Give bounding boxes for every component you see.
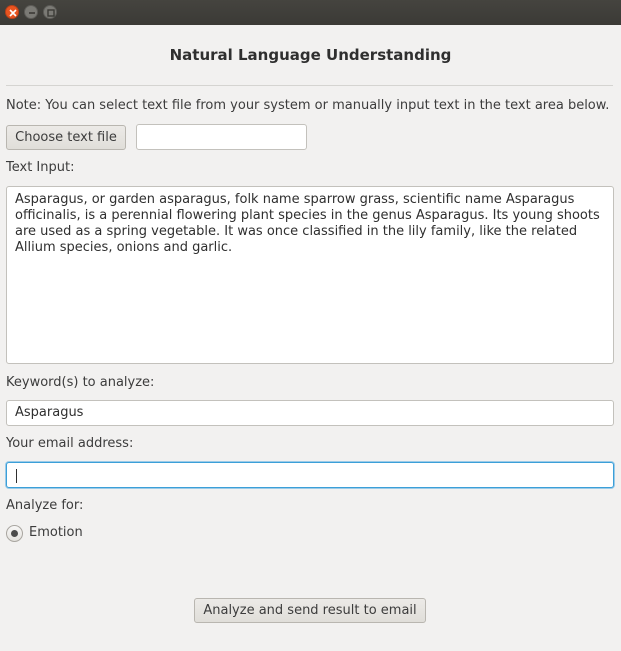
window-maximize-button[interactable]	[43, 5, 57, 19]
text-input-area[interactable]: Asparagus, or garden asparagus, folk nam…	[6, 186, 614, 364]
instruction-note: Note: You can select text file from your…	[6, 98, 610, 113]
analyze-for-label: Analyze for:	[6, 498, 84, 513]
keywords-input[interactable]: Asparagus	[6, 400, 614, 426]
page-title: Natural Language Understanding	[169, 46, 452, 64]
keywords-label: Keyword(s) to analyze:	[6, 375, 155, 390]
text-input-label: Text Input:	[6, 160, 75, 175]
radio-selected-dot	[11, 530, 18, 537]
close-icon	[9, 9, 17, 17]
emotion-label: Emotion	[29, 525, 83, 540]
window-close-button[interactable]	[5, 5, 19, 19]
maximize-icon	[47, 9, 55, 17]
text-caret	[16, 469, 17, 483]
email-input[interactable]	[6, 462, 614, 488]
title-divider	[6, 85, 613, 86]
email-label: Your email address:	[6, 436, 134, 451]
minimize-icon	[29, 12, 35, 14]
analyze-send-button[interactable]: Analyze and send result to email	[194, 598, 426, 623]
file-path-field[interactable]	[136, 124, 307, 150]
emotion-radio[interactable]	[6, 525, 23, 542]
choose-text-file-button[interactable]: Choose text file	[6, 125, 126, 150]
window-minimize-button[interactable]	[24, 5, 38, 19]
window-titlebar	[0, 0, 621, 25]
